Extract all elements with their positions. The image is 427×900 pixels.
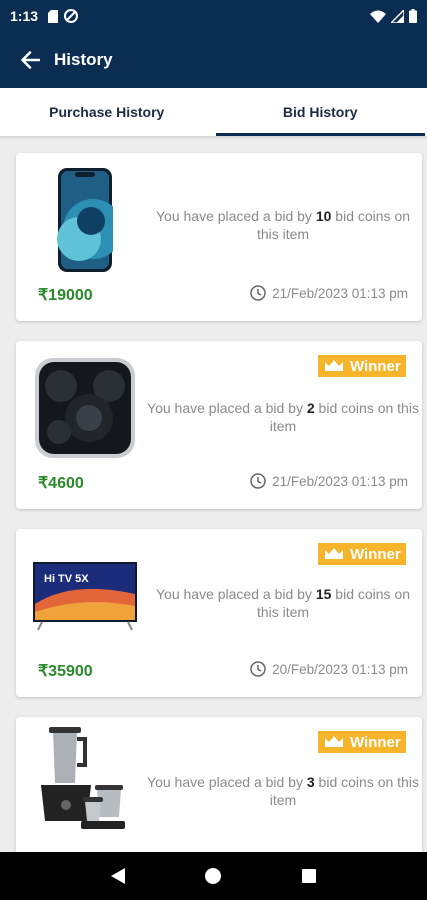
tab-label: Purchase History [49, 104, 165, 120]
crown-icon [325, 360, 343, 371]
bid-message: You have placed a bid by 3 bid coins on … [147, 774, 419, 808]
bid-message: You have placed a bid by 15 bid coins on… [155, 586, 411, 620]
nav-back-button[interactable] [100, 858, 136, 894]
system-navigation-bar [0, 852, 427, 900]
bid-timestamp: 21/Feb/2023 01:13 pm [250, 285, 408, 301]
signal-icon [391, 9, 404, 23]
app-bar: History [0, 32, 427, 88]
bid-card[interactable]: Winner You have placed a bid by 2 bid co… [16, 341, 422, 509]
data-saver-icon [64, 9, 79, 23]
winner-badge: Winner [318, 731, 406, 753]
product-image: Hi TV 5X [30, 543, 140, 649]
phone-image [57, 168, 113, 272]
status-bar: 1:13 [0, 0, 427, 32]
tab-bid-history[interactable]: Bid History [214, 88, 427, 136]
mixer-grinder-image [41, 727, 125, 829]
product-price: ₹35900 [38, 663, 93, 680]
arrow-back-icon [21, 51, 40, 69]
winner-badge: Winner [318, 355, 406, 377]
square-recents-icon [302, 869, 317, 883]
product-image [30, 727, 140, 833]
bid-coins-count: 15 [315, 586, 332, 602]
bid-card[interactable]: Winner You have placed a bid by 3 bid co… [16, 717, 422, 852]
bid-message: You have placed a bid by 2 bid coins on … [147, 400, 419, 434]
clock-icon [250, 473, 266, 489]
circle-home-icon [205, 868, 222, 884]
back-button[interactable] [16, 46, 44, 74]
tab-bar: Purchase History Bid History [0, 88, 427, 136]
product-image [30, 167, 140, 273]
tv-image: Hi TV 5X [33, 562, 137, 631]
bid-history-list[interactable]: You have placed a bid by 10 bid coins on… [0, 136, 427, 852]
crown-icon [325, 548, 343, 559]
bid-date: 20/Feb/2023 01:13 pm [272, 661, 408, 677]
bid-coins-count: 2 [306, 400, 315, 416]
bid-date: 21/Feb/2023 01:13 pm [272, 285, 408, 301]
triangle-back-icon [110, 868, 125, 884]
clock-icon [250, 285, 266, 301]
nav-home-button[interactable] [195, 858, 231, 894]
tv-screen-text: Hi TV 5X [44, 573, 89, 585]
bid-coins-count: 10 [315, 208, 332, 224]
winner-badge: Winner [318, 543, 406, 565]
product-price: ₹4600 [38, 475, 84, 492]
wifi-icon [370, 10, 386, 23]
nav-recents-button[interactable] [291, 858, 327, 894]
bid-date: 21/Feb/2023 01:13 pm [272, 473, 408, 489]
bid-timestamp: 20/Feb/2023 01:13 pm [250, 661, 408, 677]
page-title: History [54, 50, 113, 69]
tab-label: Bid History [282, 104, 358, 120]
tab-bar-shadow [0, 136, 427, 140]
crown-icon [325, 736, 343, 747]
sim-card-icon [48, 9, 59, 23]
product-image [30, 355, 140, 461]
battery-icon [409, 9, 417, 23]
tab-purchase-history[interactable]: Purchase History [0, 88, 214, 136]
product-price: ₹19000 [38, 287, 93, 304]
bid-card[interactable]: Winner Hi TV 5X You have placed a bid by… [16, 529, 422, 697]
bid-message: You have placed a bid by 10 bid coins on… [155, 208, 411, 242]
clock-icon [250, 661, 266, 677]
bid-coins-count: 3 [306, 774, 315, 790]
bid-timestamp: 21/Feb/2023 01:13 pm [250, 473, 408, 489]
bid-card[interactable]: You have placed a bid by 10 bid coins on… [16, 153, 422, 321]
status-time: 1:13 [10, 8, 39, 24]
earbuds-image [35, 358, 135, 458]
